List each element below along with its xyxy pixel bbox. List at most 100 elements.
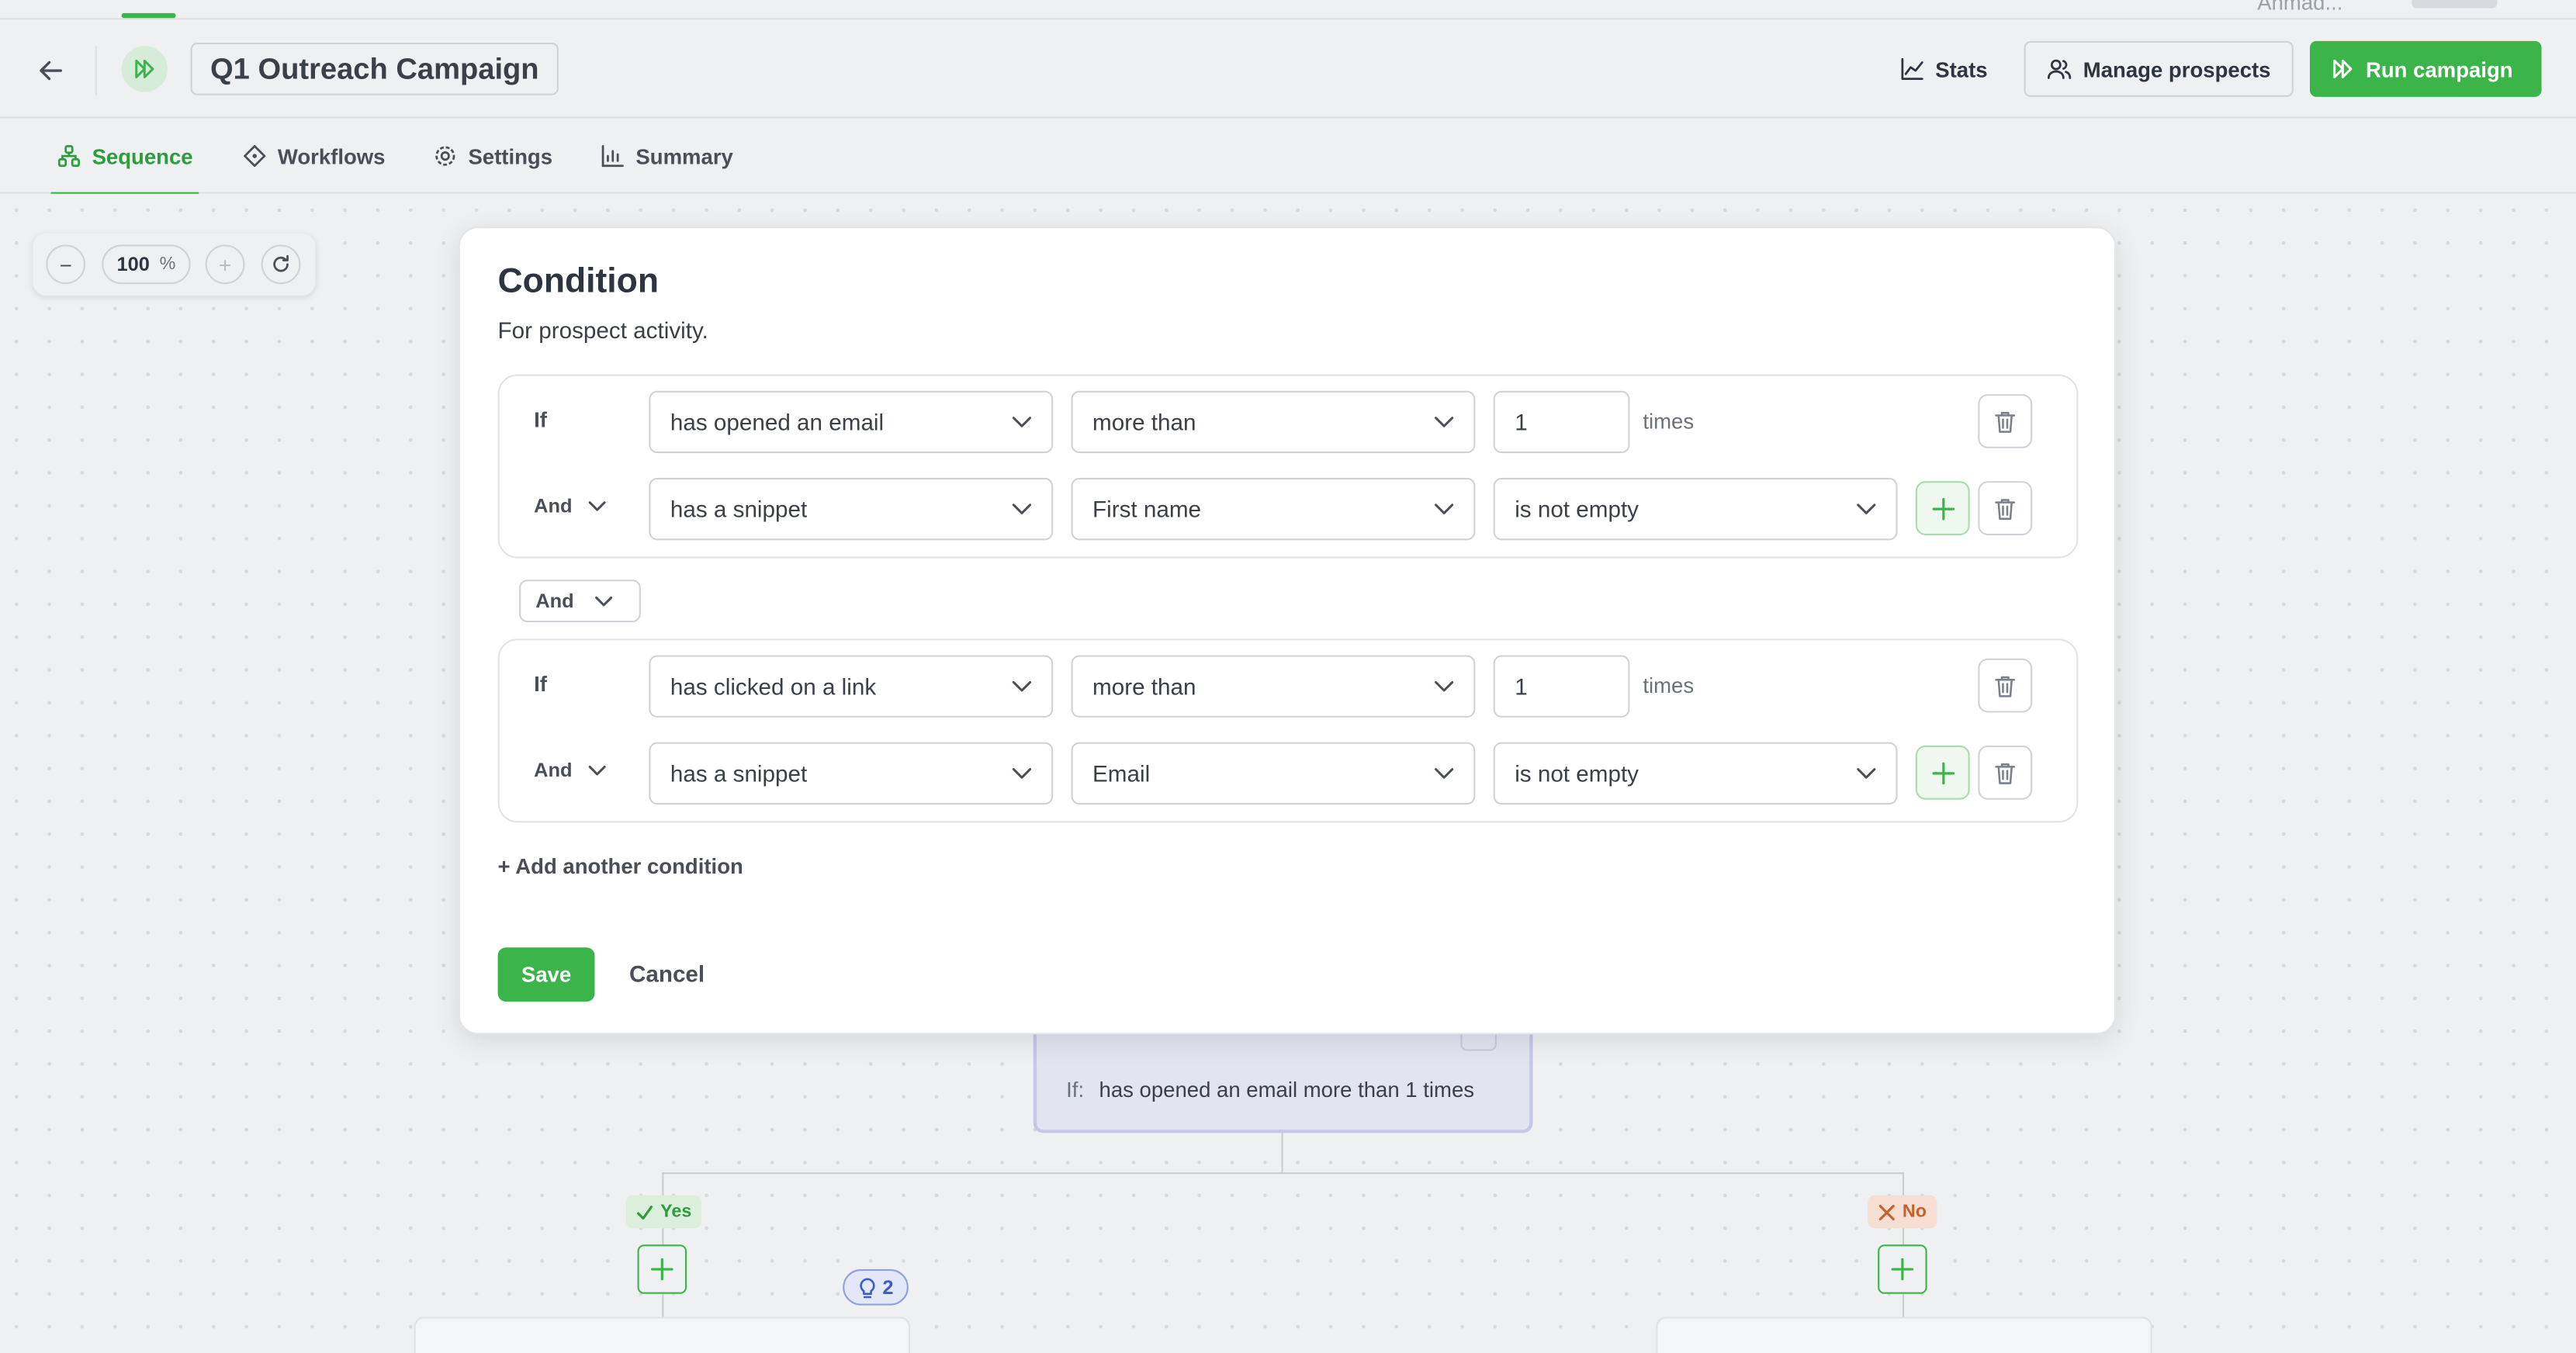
- trash-icon: [1995, 498, 2016, 520]
- field-select[interactable]: has a snippet: [649, 742, 1054, 805]
- operator-value: more than: [1092, 409, 1196, 435]
- step-card[interactable]: [414, 1317, 911, 1353]
- tab-workflows[interactable]: Workflows: [243, 118, 386, 193]
- tab-sequence[interactable]: Sequence: [50, 118, 201, 196]
- campaign-title[interactable]: Q1 Outreach Campaign: [190, 43, 559, 95]
- comparison-value: is not empty: [1515, 760, 1639, 787]
- users-icon: [2047, 59, 2072, 79]
- count-input[interactable]: 1: [1493, 655, 1630, 718]
- delete-row-button[interactable]: [1978, 745, 2033, 800]
- group-logic-select[interactable]: And: [519, 580, 641, 623]
- trash-icon: [1995, 410, 2016, 432]
- logic-select[interactable]: And: [534, 758, 607, 782]
- connector-line: [1902, 1293, 1905, 1317]
- delete-row-button[interactable]: [1978, 481, 2033, 535]
- chevron-down-icon: [1435, 417, 1454, 427]
- operator-select[interactable]: more than: [1071, 390, 1476, 454]
- count-input[interactable]: 1: [1493, 390, 1630, 454]
- tips-badge[interactable]: 2: [843, 1269, 909, 1306]
- plus-icon: [1931, 497, 1955, 520]
- zoom-out-button[interactable]: −: [46, 244, 86, 285]
- group-logic-label: And: [535, 589, 574, 613]
- connector-line: [662, 1172, 1905, 1175]
- tab-label: Sequence: [92, 144, 193, 168]
- zoom-in-button[interactable]: +: [205, 244, 245, 285]
- snippet-value: Email: [1092, 760, 1151, 787]
- chevron-down-icon: [1012, 503, 1032, 514]
- count-value: 1: [1515, 673, 1528, 700]
- snippet-select[interactable]: Email: [1071, 742, 1476, 805]
- diamond-icon: [244, 144, 266, 168]
- manage-prospects-label: Manage prospects: [2083, 57, 2271, 81]
- logic-label: And: [534, 758, 573, 782]
- sequence-icon: [57, 144, 81, 168]
- condition-row: If has opened an email more than 1 times: [500, 390, 2080, 454]
- condition-summary: has opened an email more than 1 times: [1099, 1077, 1475, 1102]
- tab-bar: Sequence Workflows Settings Summary: [0, 118, 2576, 196]
- stats-button[interactable]: Stats: [1879, 41, 2009, 97]
- delete-row-button[interactable]: [1978, 658, 2033, 713]
- zoom-level[interactable]: 100 %: [102, 244, 191, 285]
- tab-label: Workflows: [277, 144, 386, 168]
- cancel-button[interactable]: Cancel: [629, 960, 705, 987]
- chart-line-icon: [1901, 57, 1923, 80]
- chevron-down-icon: [589, 764, 607, 775]
- chevron-down-icon: [1857, 768, 1876, 779]
- tab-label: Settings: [468, 144, 553, 168]
- fast-forward-icon: [2333, 59, 2353, 78]
- tab-label: Summary: [635, 144, 733, 168]
- field-select[interactable]: has a snippet: [649, 477, 1054, 541]
- chevron-down-icon: [1435, 680, 1454, 692]
- reset-zoom-button[interactable]: [261, 244, 301, 285]
- logic-label: And: [534, 494, 573, 517]
- tips-count: 2: [882, 1275, 894, 1299]
- chevron-down-icon: [1012, 680, 1032, 692]
- back-button[interactable]: [29, 49, 72, 92]
- comparison-select[interactable]: is not empty: [1493, 477, 1898, 541]
- header-divider: [95, 46, 97, 95]
- user-name[interactable]: Ahmad...: [2257, 0, 2342, 15]
- add-row-button[interactable]: [1915, 745, 1970, 800]
- field-select[interactable]: has clicked on a link: [649, 655, 1054, 718]
- chevron-down-icon: [595, 595, 613, 606]
- close-icon: [1878, 1203, 1895, 1220]
- operator-select[interactable]: more than: [1071, 655, 1476, 718]
- times-label: times: [1643, 409, 1695, 434]
- zoom-value: 100: [116, 252, 150, 276]
- snippet-select[interactable]: First name: [1071, 477, 1476, 541]
- check-icon: [637, 1204, 653, 1219]
- active-indicator: [121, 12, 176, 19]
- arrow-left-icon: [40, 61, 63, 81]
- add-step-no-button[interactable]: [1878, 1244, 1927, 1294]
- user-badge[interactable]: [2412, 0, 2498, 9]
- condition-row: And has a snippet First name is not empt…: [500, 477, 2080, 541]
- field-value: has opened an email: [670, 409, 885, 435]
- plus-icon: [1931, 761, 1955, 784]
- snippet-value: First name: [1092, 496, 1202, 523]
- yes-label: Yes: [660, 1202, 692, 1222]
- operator-value: more than: [1092, 673, 1196, 700]
- save-button[interactable]: Save: [497, 947, 595, 1002]
- field-select[interactable]: has opened an email: [649, 390, 1054, 454]
- chevron-down-icon: [1012, 768, 1032, 779]
- modal-title: Condition: [497, 262, 659, 301]
- field-value: has a snippet: [670, 760, 808, 787]
- gear-icon: [435, 146, 455, 166]
- add-condition-link[interactable]: + Add another condition: [498, 854, 743, 879]
- condition-row: And has a snippet Email is not empty: [500, 742, 2080, 805]
- logic-select[interactable]: And: [534, 494, 607, 517]
- tab-settings[interactable]: Settings: [434, 118, 552, 193]
- tab-summary[interactable]: Summary: [601, 118, 733, 193]
- add-step-yes-button[interactable]: [637, 1244, 687, 1294]
- no-label: No: [1902, 1202, 1927, 1222]
- run-campaign-button[interactable]: Run campaign: [2309, 40, 2542, 97]
- comparison-select[interactable]: is not empty: [1493, 742, 1898, 805]
- condition-group: If has clicked on a link more than 1 tim…: [497, 638, 2080, 823]
- delete-row-button[interactable]: [1978, 393, 2033, 448]
- add-row-button[interactable]: [1915, 481, 1970, 535]
- bar-chart-icon: [601, 144, 624, 168]
- manage-prospects-button[interactable]: Manage prospects: [2024, 40, 2294, 97]
- step-card[interactable]: [1656, 1317, 2152, 1353]
- condition-modal: Condition For prospect activity. If has …: [458, 227, 2117, 1035]
- chevron-down-icon: [1435, 768, 1454, 779]
